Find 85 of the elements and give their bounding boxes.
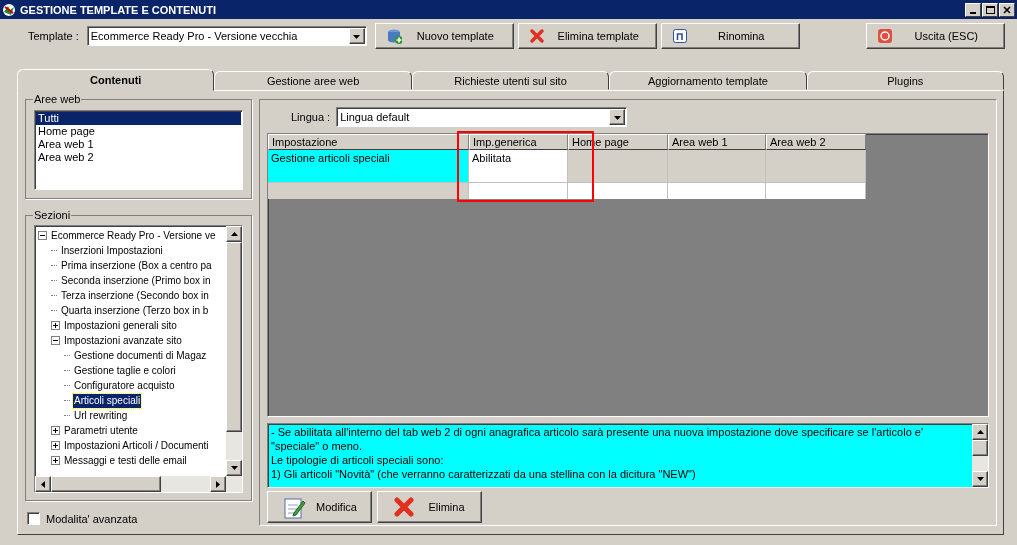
close-button[interactable] xyxy=(999,2,1015,17)
horizontal-scrollbar[interactable] xyxy=(35,476,242,492)
tree-item[interactable]: Configuratore acquisto xyxy=(73,378,176,393)
notepad-pencil-icon xyxy=(282,495,306,519)
tree-item[interactable]: Terza inserzione (Secondo box in xyxy=(60,288,210,303)
language-label: Lingua : xyxy=(291,111,331,123)
language-dropdown[interactable]: Lingua default xyxy=(336,107,628,127)
description-text: - Se abilitata all'interno del tab web 2 di ogni anagrafica articolo sarà presente una nuova impostazione dove specificare se l'articolo e' "speciale" o meno. xyxy=(271,425,925,453)
group-title: Aree web xyxy=(33,93,82,105)
list-item[interactable]: Area web 1 xyxy=(36,138,241,151)
tree-item[interactable]: Gestione taglie e colori xyxy=(73,363,177,378)
tree-item[interactable]: Messaggi e testi delle email xyxy=(63,453,188,468)
tab[interactable]: Contenuti xyxy=(17,69,215,91)
toolbar-button[interactable]: Nuovo template xyxy=(374,23,514,49)
scroll-thumb[interactable] xyxy=(51,476,161,492)
maximize-icon xyxy=(985,4,995,15)
tab[interactable]: Gestione aree web xyxy=(214,71,412,90)
window-title: GESTIONE TEMPLATE E CONTENUTI xyxy=(20,3,217,16)
vertical-scrollbar[interactable] xyxy=(972,424,988,487)
list-item[interactable]: Area web 2 xyxy=(36,151,241,164)
tree-item[interactable]: Quarta inserzione (Terzo box in b xyxy=(60,303,210,318)
action-button[interactable]: Elimina xyxy=(377,491,482,523)
minimize-icon xyxy=(970,11,976,14)
scroll-thumb[interactable] xyxy=(972,440,988,456)
tree-item[interactable]: Impostazioni Articoli / Documenti xyxy=(63,438,210,453)
template-dropdown[interactable]: Ecommerce Ready Pro - Versione vecchia xyxy=(86,26,367,46)
list-item[interactable]: Tutti xyxy=(36,112,241,125)
checkbox[interactable] xyxy=(27,512,40,525)
close-icon xyxy=(1002,4,1012,15)
expand-icon[interactable] xyxy=(51,456,60,465)
minimize-button[interactable] xyxy=(965,2,981,17)
tab[interactable]: Aggiornamento template xyxy=(609,71,807,90)
cross-icon xyxy=(528,28,545,44)
cross-icon xyxy=(392,495,416,519)
column-header[interactable]: Area web 2 xyxy=(766,134,866,150)
group-title: Sezioni xyxy=(33,209,72,221)
toolbar-button[interactable]: Elimina template xyxy=(517,23,657,49)
collapse-icon[interactable] xyxy=(38,231,47,240)
tab[interactable]: Plugins xyxy=(806,71,1005,90)
arrow-icon xyxy=(975,427,985,437)
action-button[interactable]: Modifica xyxy=(267,491,372,523)
scroll-up-button[interactable] xyxy=(226,226,242,242)
arrow-icon xyxy=(229,229,239,239)
scroll-down-button[interactable] xyxy=(226,460,242,476)
scroll-thumb[interactable] xyxy=(226,242,242,432)
tree-item[interactable]: Impostazioni avanzate sito xyxy=(63,333,183,348)
column-header[interactable]: Area web 1 xyxy=(668,134,766,150)
table-cell: Gestione articoli speciali xyxy=(268,150,469,183)
exit-button[interactable]: Uscita (ESC) xyxy=(865,23,1005,49)
tree-item[interactable]: Url rewriting xyxy=(73,408,129,423)
database-plus-icon xyxy=(385,28,402,44)
tree-item[interactable]: Inserzioni Impostazioni xyxy=(60,243,164,258)
exit-icon xyxy=(876,28,893,44)
tree-item[interactable]: Impostazioni generali sito xyxy=(63,318,178,333)
tree-item[interactable]: Seconda inserzione (Primo box in xyxy=(60,273,212,288)
column-header[interactable]: Imp.generica xyxy=(469,134,568,150)
web-area-list[interactable]: Tutti Home page Area web 1 Area web 2 xyxy=(34,110,243,190)
rounded-square-icon xyxy=(671,28,688,44)
app-icon xyxy=(2,2,16,17)
list-item[interactable]: Home page xyxy=(36,125,241,138)
toolbar-button[interactable]: Rinomina xyxy=(660,23,800,49)
arrow-icon xyxy=(38,479,48,489)
maximize-button[interactable] xyxy=(982,2,998,17)
tree-item[interactable]: Parametri utente xyxy=(63,423,139,438)
expand-icon[interactable] xyxy=(51,321,60,330)
scroll-up-button[interactable] xyxy=(972,424,988,440)
checkbox-label: Modalita' avanzata xyxy=(46,512,138,525)
tab[interactable]: Richieste utenti sul sito xyxy=(411,71,610,90)
description-text: 1) Gli articoli "Novità" (che verranno caratterizzati da una stellina con la dicitura "NEW") xyxy=(271,467,697,481)
tree-item[interactable]: Articoli speciali xyxy=(73,393,142,408)
table-cell: Abilitata xyxy=(469,150,568,183)
column-header[interactable]: Impostazione xyxy=(268,134,469,150)
arrow-icon xyxy=(975,474,985,484)
description-text: Le tipologie di articoli speciali sono: xyxy=(271,453,445,467)
expand-icon[interactable] xyxy=(51,441,60,450)
expand-icon[interactable] xyxy=(51,426,60,435)
scroll-down-button[interactable] xyxy=(972,471,988,487)
scroll-right-button[interactable] xyxy=(210,476,226,492)
scroll-left-button[interactable] xyxy=(35,476,51,492)
tree-item[interactable]: Ecommerce Ready Pro - Versione ve xyxy=(50,228,217,243)
tree-item[interactable]: Prima inserzione (Box a centro pa xyxy=(60,258,213,273)
tree-item[interactable]: Gestione documenti di Magaz xyxy=(73,348,208,363)
collapse-icon[interactable] xyxy=(51,336,60,345)
template-label: Template : xyxy=(28,30,79,42)
vertical-scrollbar[interactable] xyxy=(226,226,242,476)
